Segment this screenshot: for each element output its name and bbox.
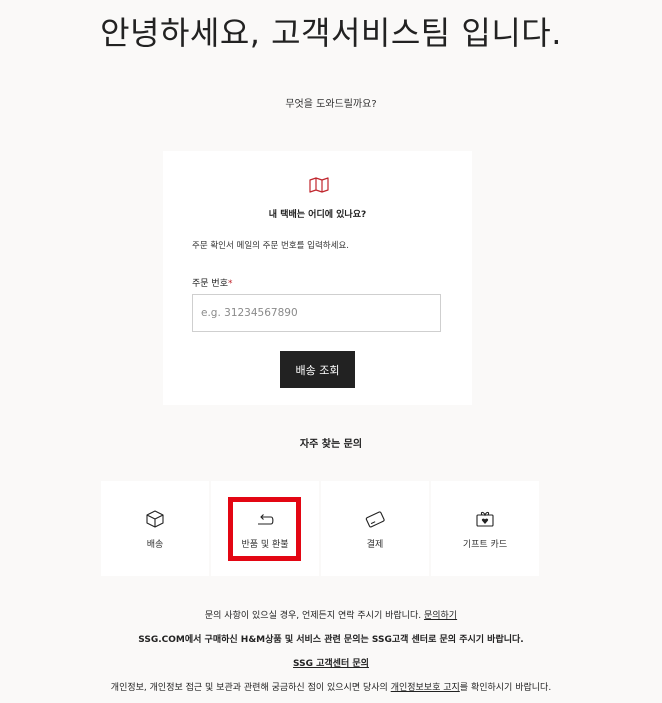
page-subtitle: 무엇을 도와드릴까요? [285,99,377,110]
ssg-customer-center-link[interactable]: SSG 고객센터 문의 [293,659,369,669]
track-delivery-button[interactable]: 배송 조회 [280,351,355,388]
privacy-text-suffix: 를 확인하시기 바랍니다. [459,683,552,693]
tracking-question: 내 택배는 어디에 있나요? [268,210,367,220]
page-title: 안녕하세요, 고객서비스팀 입니다. [100,14,562,52]
faq-tile-label: 결제 [366,540,384,550]
order-tracking-card: 내 택배는 어디에 있나요? 주문 확인서 메일의 주문 번호를 입력하세요. … [163,151,472,405]
faq-tile-label: 기프트 카드 [462,540,508,550]
order-number-label-text: 주문 번호 [192,279,228,289]
privacy-line: 개인정보, 개인정보 접근 및 보관과 관련해 궁금하신 점이 있으시면 당사의… [0,680,662,693]
faq-tile-payment[interactable]: 결제 [321,481,429,576]
ssg-link-line: SSG 고객센터 문의 [0,656,662,669]
card-icon [365,511,385,528]
faq-tile-delivery[interactable]: 배송 [101,481,209,576]
faq-tile-label: 배송 [146,540,164,550]
map-icon [309,177,329,193]
faq-tile-label: 반품 및 환불 [241,540,289,550]
contact-line: 문의 사항이 있으실 경우, 언제든지 연락 주시기 바랍니다. 문의하기 [0,608,662,621]
contact-text: 문의 사항이 있으실 경우, 언제든지 연락 주시기 바랍니다. [204,611,422,621]
return-arrow-icon [258,514,274,525]
ssg-notice: SSG.COM에서 구매하신 H&M상품 및 서비스 관련 문의는 SSG고객 … [0,632,662,645]
contact-link[interactable]: 문의하기 [424,611,457,621]
order-number-input[interactable] [192,294,441,332]
faq-tile-returns[interactable]: 반품 및 환불 [211,481,319,576]
gift-card-icon [476,511,494,527]
faq-tile-gift-card[interactable]: 기프트 카드 [431,481,539,576]
tracking-instruction: 주문 확인서 메일의 주문 번호를 입력하세요. [192,241,349,251]
privacy-notice-link[interactable]: 개인정보보호 고지 [391,683,460,693]
order-number-label: 주문 번호* [192,276,232,289]
faq-title: 자주 찾는 문의 [299,439,363,450]
box-icon [146,510,164,528]
ssg-notice-text: SSG.COM에서 구매하신 H&M상품 및 서비스 관련 문의는 SSG고객 … [138,635,524,645]
required-mark: * [227,279,233,289]
privacy-text-prefix: 개인정보, 개인정보 접근 및 보관과 관련해 궁금하신 점이 있으시면 당사의 [110,683,388,693]
